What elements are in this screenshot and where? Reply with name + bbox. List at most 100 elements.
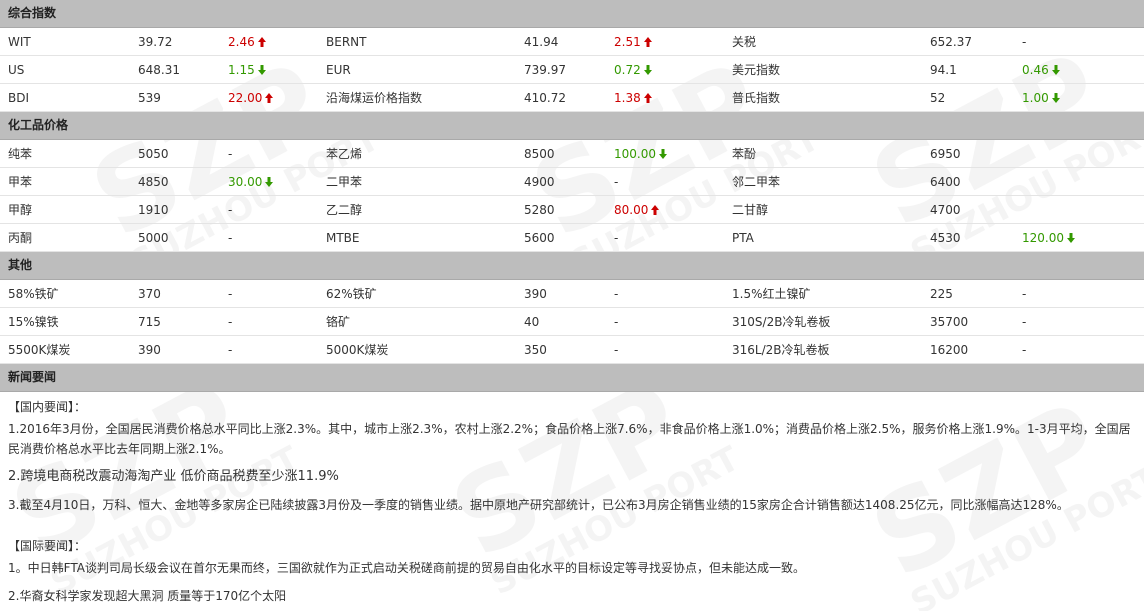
table-row: 58%铁矿 370-62%铁矿 390-1.5%红土镍矿 225- <box>0 280 1144 308</box>
commodity-price: 390 <box>130 335 220 364</box>
commodity-change: - <box>220 307 318 336</box>
table-row: 纯苯 5050- 苯乙烯 8500 100.00 苯酚 6950 <box>0 140 1144 168</box>
chemical-price-table: 纯苯 5050- 苯乙烯 8500 100.00 苯酚 6950 甲苯 4850 30.00 二甲苯… <box>0 140 1144 252</box>
section-header-composite: 综合指数 <box>0 0 1144 28</box>
commodity-change: 0.46 <box>1014 55 1144 84</box>
commodity-name: 58%铁矿 <box>0 280 130 308</box>
news-panel: 【国内要闻】： 1.2016年3月份，全国居民消费价格总水平同比上涨2.3%。其… <box>0 392 1144 606</box>
commodity-change: 2.46 <box>220 28 318 56</box>
commodity-change <box>1014 167 1144 196</box>
commodity-price: 5600 <box>516 223 606 252</box>
commodity-name: 5500K煤炭 <box>0 335 130 364</box>
commodity-name: 316L/2B冷轧卷板 <box>724 335 922 364</box>
commodity-name: PTA <box>724 223 922 252</box>
commodity-name: 邻二甲苯 <box>724 167 922 196</box>
commodity-name: 310S/2B冷轧卷板 <box>724 307 922 336</box>
commodity-change: 2.51 <box>606 28 724 56</box>
commodity-name: MTBE <box>318 223 516 252</box>
commodity-price: 390 <box>516 280 606 308</box>
arrow-up-icon <box>643 36 652 47</box>
commodity-change: - <box>606 280 724 308</box>
commodity-name: 铬矿 <box>318 307 516 336</box>
commodity-name: 美元指数 <box>724 55 922 84</box>
change-value: - <box>228 146 233 161</box>
commodity-change: 1.15 <box>220 55 318 84</box>
commodity-name: 62%铁矿 <box>318 280 516 308</box>
commodity-price: 4700 <box>922 195 1014 224</box>
change-value: - <box>228 202 233 217</box>
commodity-change: 22.00 <box>220 83 318 112</box>
change-value: 1.38 <box>614 90 641 105</box>
arrow-up-icon <box>257 36 266 47</box>
commodity-price: 739.97 <box>516 55 606 84</box>
change-value: 2.51 <box>614 34 641 49</box>
commodity-name: BERNT <box>318 28 516 56</box>
domestic-news-heading: 【国内要闻】： <box>8 400 87 414</box>
change-value: - <box>614 342 619 357</box>
change-value: 120.00 <box>1022 230 1064 245</box>
commodity-price: 5000 <box>130 223 220 252</box>
commodity-price: 648.31 <box>130 55 220 84</box>
commodity-price: 8500 <box>516 140 606 168</box>
arrow-down-icon <box>1051 92 1060 103</box>
commodity-name: 1.5%红土镍矿 <box>724 280 922 308</box>
change-value: - <box>1022 314 1027 329</box>
news-item[interactable]: 1。中日韩FTA谈判司局长级会议在首尔无果而终，三国欲就作为正式启动关税磋商前提… <box>8 558 1136 578</box>
table-row: US 648.31 1.15 EUR 739.97 0.72 美元指数 94.1 0.46 <box>0 55 1144 84</box>
commodity-change: - <box>1014 280 1144 308</box>
intl-news-list: 1。中日韩FTA谈判司局长级会议在首尔无果而终，三国欲就作为正式启动关税磋商前提… <box>8 558 1136 606</box>
commodity-name: 苯乙烯 <box>318 140 516 168</box>
change-value: - <box>1022 34 1027 49</box>
commodity-change: - <box>606 307 724 336</box>
change-value: - <box>614 230 619 245</box>
commodity-price: 539 <box>130 83 220 112</box>
commodity-name: 丙酮 <box>0 223 130 252</box>
change-value: - <box>1022 342 1027 357</box>
commodity-name: 苯酚 <box>724 140 922 168</box>
commodity-name: 普氏指数 <box>724 83 922 112</box>
commodity-change: - <box>606 223 724 252</box>
commodity-price: 225 <box>922 280 1014 308</box>
commodity-change: - <box>606 335 724 364</box>
commodity-change: - <box>606 167 724 196</box>
other-price-table: 58%铁矿 370-62%铁矿 390-1.5%红土镍矿 225-15%镍铁 715- 铬… <box>0 280 1144 364</box>
commodity-price: 6400 <box>922 167 1014 196</box>
commodity-price: 4850 <box>130 167 220 196</box>
change-value: - <box>614 314 619 329</box>
commodity-price: 1910 <box>130 195 220 224</box>
change-value: 80.00 <box>614 202 649 217</box>
commodity-name: US <box>0 55 130 84</box>
news-item[interactable]: 1.2016年3月份，全国居民消费价格总水平同比上涨2.3%。其中，城市上涨2.… <box>8 419 1136 459</box>
change-value: - <box>228 230 233 245</box>
change-value: - <box>614 174 619 189</box>
commodity-change: 1.00 <box>1014 83 1144 112</box>
change-value: - <box>228 342 233 357</box>
commodity-price: 35700 <box>922 307 1014 336</box>
change-value: - <box>228 314 233 329</box>
commodity-name: 沿海煤运价格指数 <box>318 83 516 112</box>
composite-index-table: WIT 39.72 2.46 BERNT 41.94 2.51 关税 652.37- US 648… <box>0 28 1144 112</box>
arrow-up-icon <box>643 92 652 103</box>
commodity-price: 4900 <box>516 167 606 196</box>
commodity-name: 甲醇 <box>0 195 130 224</box>
commodity-change: - <box>1014 335 1144 364</box>
arrow-down-icon <box>265 176 274 187</box>
commodity-change: - <box>220 195 318 224</box>
table-row: 甲醇 1910- 乙二醇 5280 80.00 二甘醇 4700 <box>0 195 1144 224</box>
commodity-price: 52 <box>922 83 1014 112</box>
news-item[interactable]: 2.华裔女科学家发现超大黑洞 质量等于170亿个太阳 <box>8 586 1136 606</box>
commodity-name: 纯苯 <box>0 140 130 168</box>
news-item[interactable]: 2.跨境电商税改震动海淘产业 低价商品税费至少涨11.9% <box>8 467 1136 487</box>
news-item[interactable]: 3.截至4月10日，万科、恒大、金地等多家房企已陆续披露3月份及一季度的销售业绩… <box>8 495 1136 515</box>
commodity-change: - <box>1014 307 1144 336</box>
change-value: 22.00 <box>228 90 263 105</box>
intl-news-heading: 【国际要闻】： <box>8 539 87 553</box>
table-row: BDI 539 22.00 沿海煤运价格指数 410.72 1.38 普氏指数 52 1.00 <box>0 83 1144 112</box>
domestic-news-list: 1.2016年3月份，全国居民消费价格总水平同比上涨2.3%。其中，城市上涨2.… <box>8 419 1136 515</box>
commodity-price: 4530 <box>922 223 1014 252</box>
commodity-name: EUR <box>318 55 516 84</box>
commodity-price: 16200 <box>922 335 1014 364</box>
commodity-price: 94.1 <box>922 55 1014 84</box>
table-row: 丙酮 5000- MTBE 5600- PTA 4530 120.00 <box>0 223 1144 252</box>
arrow-down-icon <box>1051 64 1060 75</box>
